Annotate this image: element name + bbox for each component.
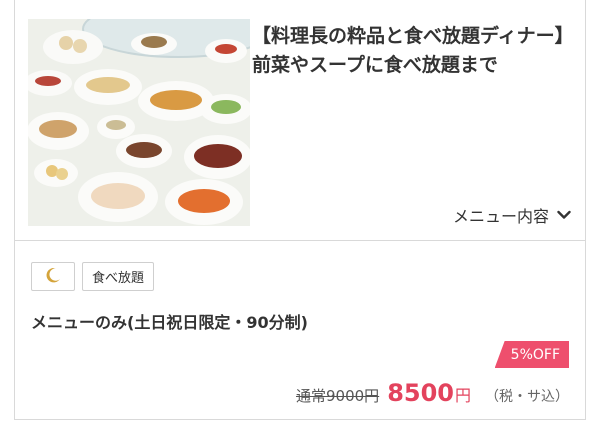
discounted-price: 8500: [387, 379, 454, 407]
moon-icon: [44, 266, 62, 288]
course-name: メニューのみ(土日祝日限定・90分制): [31, 313, 308, 332]
dinner-tag: [31, 262, 75, 291]
buffet-tag-label: 食べ放題: [92, 271, 145, 286]
plan-card: 【料理長の粋品と食べ放題ディナー】 前菜やスープに食べ放題まで メニュー内容 食…: [14, 0, 586, 420]
buffet-tag: 食べ放題: [82, 262, 155, 291]
chevron-down-icon: [557, 210, 571, 220]
price-currency: 円: [454, 386, 471, 405]
menu-contents-toggle[interactable]: メニュー内容: [453, 204, 571, 226]
discount-badge: 5%OFF: [494, 341, 569, 368]
regular-price: 通常9000円: [296, 387, 380, 405]
plan-title-line-2: 前菜やスープに食べ放題まで: [252, 54, 498, 76]
plan-title-line-1: 【料理長の粋品と食べ放題ディナー】: [252, 25, 574, 47]
tax-note: （税・サ込）: [485, 389, 569, 405]
food-photo-illustration: [28, 19, 250, 226]
price-row: 通常9000円 8500 円 （税・サ込）: [296, 379, 569, 407]
plan-tags: 食べ放題: [31, 262, 155, 291]
menu-contents-label: メニュー内容: [452, 207, 549, 226]
discount-label: 5%OFF: [510, 346, 560, 363]
food-photo: [28, 19, 250, 226]
section-divider: [15, 240, 585, 241]
plan-summary: 【料理長の粋品と食べ放題ディナー】 前菜やスープに食べ放題まで メニュー内容: [15, 0, 585, 240]
plan-title: 【料理長の粋品と食べ放題ディナー】 前菜やスープに食べ放題まで: [252, 22, 582, 80]
